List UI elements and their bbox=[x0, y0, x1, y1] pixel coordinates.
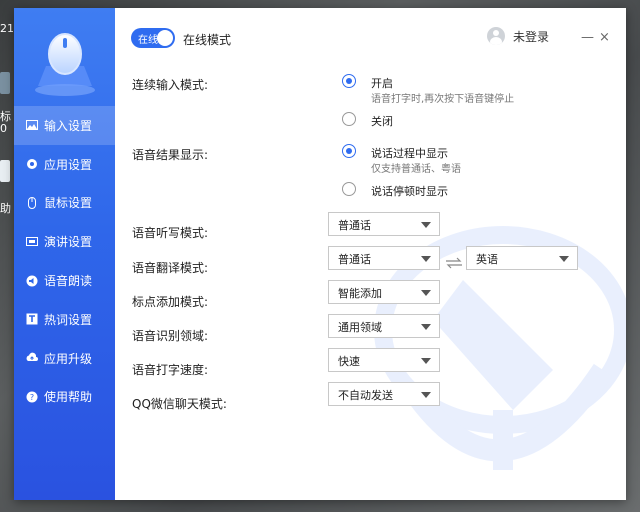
dictation-mode-select[interactable]: 普通话 bbox=[328, 212, 440, 236]
question-icon: ? bbox=[26, 391, 38, 403]
select-value: 普通话 bbox=[338, 253, 371, 266]
desktop-icon[interactable] bbox=[0, 160, 10, 182]
app-window: 输入设置 应用设置 鼠标设置 演讲设置 语音朗读 热词设置 应用升级 ? 使用帮… bbox=[14, 8, 626, 500]
chevron-down-icon bbox=[421, 222, 431, 228]
sidebar-item-app-settings[interactable]: 应用设置 bbox=[14, 145, 115, 184]
continuous-on-desc: 语音打字时,再次按下语音键停止 bbox=[371, 94, 515, 105]
display-during-speech-desc: 仅支持普通话、粤语 bbox=[371, 164, 461, 175]
close-button[interactable]: × bbox=[599, 30, 610, 45]
minimize-button[interactable]: — bbox=[581, 30, 594, 45]
sidebar-item-mouse-settings[interactable]: 鼠标设置 bbox=[14, 184, 115, 223]
sidebar-item-input-settings[interactable]: 输入设置 bbox=[14, 106, 115, 145]
select-value: 不自动发送 bbox=[338, 389, 393, 402]
recognition-domain-select[interactable]: 通用领域 bbox=[328, 314, 440, 338]
chevron-down-icon bbox=[421, 324, 431, 330]
result-display-label: 语音结果显示: bbox=[132, 148, 209, 162]
select-value: 快速 bbox=[338, 355, 360, 368]
typing-speed-label: 语音打字速度: bbox=[132, 363, 209, 377]
qq-chat-mode-label: QQ微信聊天模式: bbox=[132, 397, 227, 411]
chevron-down-icon bbox=[421, 256, 431, 262]
sidebar-nav: 输入设置 应用设置 鼠标设置 演讲设置 语音朗读 热词设置 应用升级 ? 使用帮… bbox=[14, 106, 115, 416]
sidebar-item-presentation-settings[interactable]: 演讲设置 bbox=[14, 222, 115, 261]
punctuation-mode-select[interactable]: 智能添加 bbox=[328, 280, 440, 304]
toggle-knob bbox=[157, 30, 173, 46]
sidebar-item-voice-reading[interactable]: 语音朗读 bbox=[14, 261, 115, 300]
translation-from-select[interactable]: 普通话 bbox=[328, 246, 440, 270]
settings-panel: 在线 在线模式 未登录 — × 连续输入模式: 开启 语音打字时,再次按下语音键… bbox=[115, 8, 626, 500]
sidebar-item-label: 使用帮助 bbox=[44, 390, 93, 405]
chevron-down-icon bbox=[421, 358, 431, 364]
sidebar-item-label: 输入设置 bbox=[44, 118, 93, 133]
select-value: 普通话 bbox=[338, 219, 371, 232]
display-on-pause-label: 说话停顿时显示 bbox=[371, 185, 448, 198]
translation-to-select[interactable]: 英语 bbox=[466, 246, 578, 270]
display-during-speech-label: 说话过程中显示 bbox=[371, 147, 448, 160]
chevron-down-icon bbox=[421, 290, 431, 296]
desktop-label-fragment: 0 bbox=[0, 122, 7, 135]
translation-mode-label: 语音翻译模式: bbox=[132, 261, 209, 275]
sidebar-item-label: 演讲设置 bbox=[44, 235, 93, 250]
desktop-icon[interactable] bbox=[0, 72, 10, 94]
sidebar-item-label: 热词设置 bbox=[44, 312, 93, 327]
recognition-domain-label: 语音识别领域: bbox=[132, 329, 209, 343]
text-icon bbox=[26, 313, 38, 325]
gear-icon bbox=[26, 158, 38, 170]
online-mode-toggle[interactable]: 在线 bbox=[131, 28, 175, 48]
presentation-icon bbox=[26, 236, 38, 248]
chevron-down-icon bbox=[421, 392, 431, 398]
sidebar-item-label: 应用设置 bbox=[44, 157, 93, 172]
qq-chat-mode-select[interactable]: 不自动发送 bbox=[328, 382, 440, 406]
display-on-pause-radio[interactable] bbox=[342, 182, 356, 196]
sidebar-item-hotword-settings[interactable]: 热词设置 bbox=[14, 300, 115, 339]
select-value: 通用领域 bbox=[338, 321, 382, 334]
display-during-speech-radio[interactable] bbox=[342, 144, 356, 158]
chevron-down-icon bbox=[559, 256, 569, 262]
mode-label: 在线模式 bbox=[183, 33, 232, 47]
microphone-logo-icon bbox=[32, 26, 98, 98]
desktop-label-fragment: 21 bbox=[0, 22, 14, 35]
swap-arrow-icon bbox=[446, 257, 462, 269]
dictation-mode-label: 语音听写模式: bbox=[132, 226, 209, 240]
user-login[interactable]: 未登录 bbox=[487, 27, 549, 45]
continuous-off-radio[interactable] bbox=[342, 112, 356, 126]
speaker-icon bbox=[26, 275, 38, 287]
mouse-icon bbox=[26, 196, 38, 209]
typing-speed-select[interactable]: 快速 bbox=[328, 348, 440, 372]
sidebar: 输入设置 应用设置 鼠标设置 演讲设置 语音朗读 热词设置 应用升级 ? 使用帮… bbox=[14, 8, 115, 500]
sidebar-item-label: 应用升级 bbox=[44, 351, 93, 366]
select-value: 英语 bbox=[476, 253, 498, 266]
select-value: 智能添加 bbox=[338, 287, 382, 300]
continuous-input-label: 连续输入模式: bbox=[132, 78, 209, 92]
image-icon bbox=[26, 119, 38, 131]
continuous-on-label: 开启 bbox=[371, 77, 393, 90]
punctuation-mode-label: 标点添加模式: bbox=[132, 295, 209, 309]
continuous-on-radio[interactable] bbox=[342, 74, 356, 88]
sidebar-item-label: 语音朗读 bbox=[44, 274, 93, 289]
avatar-icon bbox=[487, 27, 505, 45]
sidebar-item-app-upgrade[interactable]: 应用升级 bbox=[14, 339, 115, 378]
login-status: 未登录 bbox=[513, 29, 550, 44]
svg-text:?: ? bbox=[30, 393, 34, 402]
desktop-label-fragment: 助 bbox=[0, 202, 11, 215]
continuous-off-label: 关闭 bbox=[371, 115, 393, 128]
sidebar-item-help[interactable]: ? 使用帮助 bbox=[14, 378, 115, 417]
toggle-label: 在线 bbox=[138, 35, 158, 46]
cloud-upload-icon bbox=[26, 352, 38, 364]
sidebar-item-label: 鼠标设置 bbox=[44, 196, 93, 211]
